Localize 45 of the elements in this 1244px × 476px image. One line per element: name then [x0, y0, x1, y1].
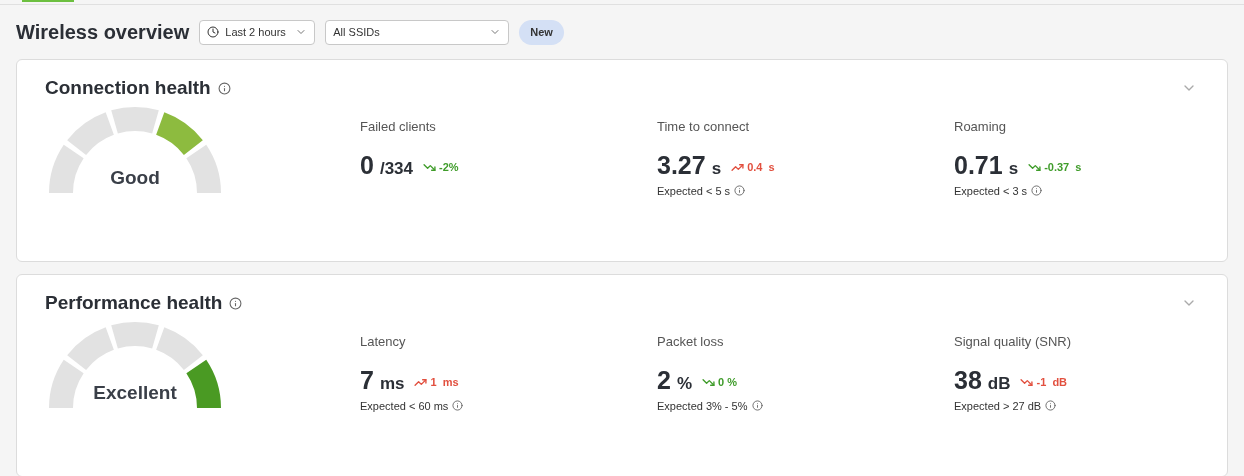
- metric-label: Packet loss: [657, 333, 725, 350]
- metric-trend: -2%: [439, 159, 459, 175]
- info-icon[interactable]: [1045, 400, 1057, 412]
- metric-trend: 0.4 s: [747, 159, 775, 175]
- metric-trend: 0 %: [718, 374, 737, 390]
- metric-label: Signal quality (SNR): [954, 333, 1073, 350]
- info-icon[interactable]: [217, 81, 231, 95]
- metric-unit: ms: [379, 372, 405, 395]
- card-title: Connection health: [45, 76, 211, 100]
- metric-trend: -0.37 s: [1044, 159, 1082, 175]
- time-range-dropdown[interactable]: Last 2 hours: [199, 19, 316, 45]
- metric-value: 0.71: [954, 149, 1003, 181]
- metric-expected: Expected 3% - 5%: [657, 398, 748, 414]
- info-icon[interactable]: [452, 400, 464, 412]
- metric-expected: Expected < 5 s: [657, 183, 731, 199]
- info-icon[interactable]: [1031, 185, 1043, 197]
- page-title: Wireless overview: [16, 20, 190, 45]
- metric-trend: 1 ms: [430, 374, 459, 390]
- metric-trend: -1 dB: [1036, 374, 1068, 390]
- metric-unit: s: [711, 157, 722, 180]
- metric-label: Time to connect: [657, 118, 750, 135]
- metric-value: 7: [360, 364, 374, 396]
- metric-unit: s: [1008, 157, 1019, 180]
- metric-label: Roaming: [954, 118, 1008, 135]
- metric-unit: %: [676, 372, 693, 395]
- info-icon[interactable]: [751, 400, 763, 412]
- metric-value: 2: [657, 364, 671, 396]
- info-icon[interactable]: [229, 296, 243, 310]
- ssid-dropdown[interactable]: All SSIDs: [325, 19, 510, 45]
- metric-unit: dB: [987, 372, 1011, 395]
- metric-label: Latency: [360, 333, 407, 350]
- new-badge: New: [519, 19, 564, 45]
- metric-value: 0: [360, 149, 374, 181]
- info-icon[interactable]: [734, 185, 746, 197]
- metric-expected: Expected < 60 ms: [360, 398, 449, 414]
- metric-expected: Expected > 27 dB: [954, 398, 1042, 414]
- card-title: Performance health: [45, 291, 223, 315]
- metric-expected: Expected < 3 s: [954, 183, 1028, 199]
- clock-icon: [207, 26, 220, 38]
- metric-value: 38: [954, 364, 982, 396]
- health-status: Excellent: [93, 381, 177, 405]
- metric-value: 3.27: [657, 149, 706, 181]
- metric-label: Failed clients: [360, 118, 437, 135]
- health-status: Good: [110, 166, 160, 190]
- metric-unit: /334: [379, 157, 413, 180]
